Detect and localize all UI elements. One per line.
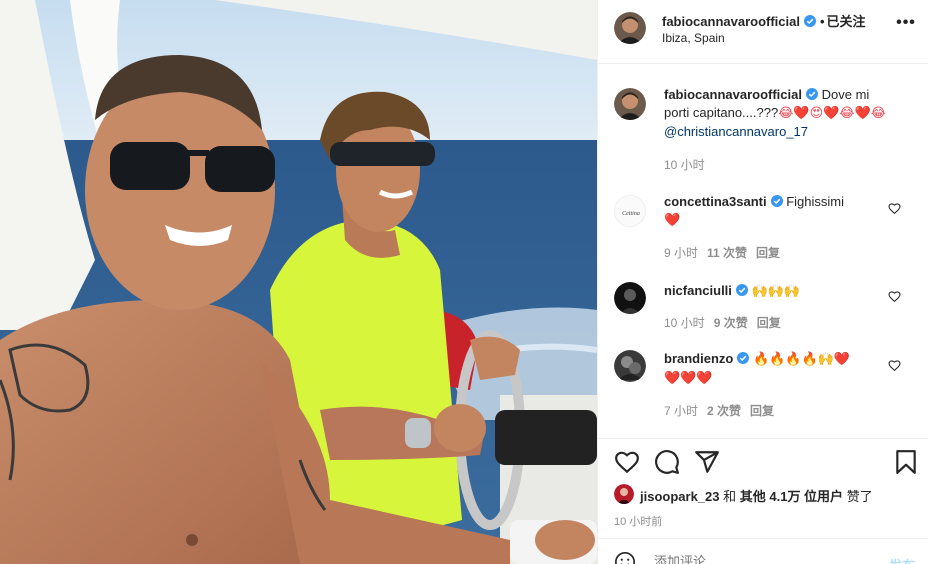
commenter-avatar[interactable] xyxy=(614,282,646,314)
comment-text: brandienzo 🔥🔥🔥🔥🙌❤️ ❤️❤️❤️ xyxy=(664,350,892,388)
verified-badge-icon xyxy=(737,352,750,364)
svg-text:Cettina: Cettina xyxy=(622,211,640,217)
post-comment-button[interactable]: 发布 xyxy=(889,555,915,564)
verified-badge-icon xyxy=(735,284,748,296)
post-header: fabiocannavaroofficial • 已关注 Ibiza, Spain … xyxy=(598,0,928,64)
comment-time[interactable]: 10 小时 xyxy=(664,316,705,330)
comment-username[interactable]: nicfanciulli xyxy=(664,283,732,298)
comment-like-count[interactable]: 11 次赞 xyxy=(707,246,747,260)
comment-emojis: 🙌🙌🙌 xyxy=(751,284,801,299)
comment-icon[interactable] xyxy=(654,449,680,475)
comment-like-heart-icon[interactable] xyxy=(888,202,901,215)
verified-badge-icon xyxy=(805,88,818,100)
likes-suffix: 赞了 xyxy=(846,489,873,504)
author-line: fabiocannavaroofficial • 已关注 xyxy=(662,11,866,30)
caption-emojis: 😂❤️😍❤️😂❤️😂 xyxy=(778,106,886,121)
caption-mention-link[interactable]: @christiancannavaro_17 xyxy=(664,124,808,139)
likes-text: jisoopark_23 和 其他 4.1万 位用户 赞了 xyxy=(640,486,873,505)
caption-meta: 10 小时 xyxy=(664,156,714,173)
comment-like-count[interactable]: 9 次赞 xyxy=(714,316,748,330)
add-comment-input[interactable] xyxy=(654,554,854,564)
commenter-avatar[interactable]: Cettina xyxy=(614,195,646,227)
commenter-avatar[interactable] xyxy=(614,350,646,382)
heart-icon[interactable] xyxy=(614,449,640,475)
bookmark-icon[interactable] xyxy=(893,449,919,475)
author-avatar[interactable] xyxy=(614,12,646,44)
liker-avatar[interactable] xyxy=(614,484,634,504)
verified-badge-icon xyxy=(770,195,783,207)
comment-time[interactable]: 9 小时 xyxy=(664,246,698,260)
comment-like-heart-icon[interactable] xyxy=(888,290,901,303)
photo-illustration xyxy=(0,0,597,564)
comment-like-heart-icon[interactable] xyxy=(888,359,901,372)
add-comment-bar: 发布 xyxy=(598,538,928,564)
author-username[interactable]: fabiocannavaroofficial xyxy=(662,14,800,29)
likes-others-link[interactable]: 其他 4.1万 位用户 xyxy=(740,489,843,504)
post-photo[interactable] xyxy=(0,0,597,564)
follow-separator: • xyxy=(819,14,825,29)
comment-time[interactable]: 7 小时 xyxy=(664,404,698,418)
verified-badge-icon xyxy=(803,15,816,27)
likes-conj: 和 xyxy=(723,489,737,504)
comment-emojis-line2: ❤️❤️❤️ xyxy=(664,371,713,386)
comment-reply-button[interactable]: 回复 xyxy=(757,316,781,330)
send-icon[interactable] xyxy=(694,449,720,475)
emoji-smile-icon[interactable] xyxy=(614,551,636,564)
comment-meta: 9 小时 11 次赞 回复 xyxy=(664,244,789,261)
post-action-bar xyxy=(598,438,928,486)
post-location[interactable]: Ibiza, Spain xyxy=(662,31,725,45)
comment-message: Fighissimi xyxy=(786,194,845,209)
post-side-panel: fabiocannavaroofficial • 已关注 Ibiza, Spain … xyxy=(597,0,928,564)
caption-text: fabiocannavaroofficial Dove mi porti cap… xyxy=(664,86,892,141)
liker-username[interactable]: jisoopark_23 xyxy=(640,489,720,504)
comment-meta: 10 小时 9 次赞 回复 xyxy=(664,314,790,331)
comment-username[interactable]: brandienzo xyxy=(664,351,733,366)
comment-reply-button[interactable]: 回复 xyxy=(756,246,780,260)
caption-author-avatar[interactable] xyxy=(614,88,646,120)
comment-emojis: 🔥🔥🔥🔥🙌❤️ xyxy=(752,352,851,367)
comment-text: nicfanciulli 🙌🙌🙌 xyxy=(664,282,892,301)
more-horizontal-icon[interactable]: ••• xyxy=(895,15,917,34)
comment-like-count[interactable]: 2 次赞 xyxy=(707,404,741,418)
post-timestamp[interactable]: 10 小时前 xyxy=(614,513,662,529)
comment-text: concettina3santi Fighissimi ❤️ xyxy=(664,193,892,230)
caption-username[interactable]: fabiocannavaroofficial xyxy=(664,87,802,102)
comment-meta: 7 小时 2 次赞 回复 xyxy=(664,402,783,419)
comment-reply-button[interactable]: 回复 xyxy=(750,404,774,418)
comment-emojis: ❤️ xyxy=(664,213,681,228)
follow-status-button[interactable]: 已关注 xyxy=(827,14,866,29)
caption-time[interactable]: 10 小时 xyxy=(664,158,705,172)
comment-username[interactable]: concettina3santi xyxy=(664,194,767,209)
